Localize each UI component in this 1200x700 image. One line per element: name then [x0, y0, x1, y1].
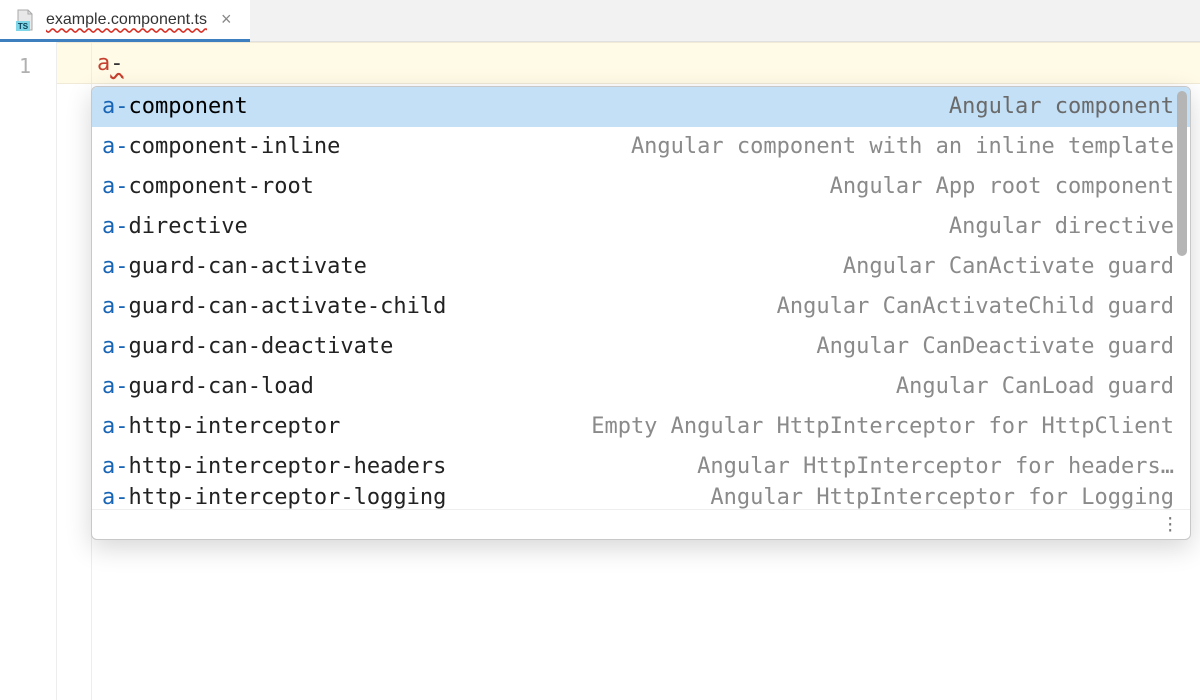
typed-text-suffix: - — [110, 51, 123, 76]
completion-popup[interactable]: a-component Angular component a-component-… — [91, 86, 1191, 540]
completion-item-key: a-http-interceptor-headers — [102, 453, 446, 481]
completion-item-description: Empty Angular HttpInterceptor for HttpCl… — [591, 413, 1174, 441]
completion-item-key: a-http-interceptor — [102, 413, 340, 441]
more-options-icon[interactable]: ··· — [1165, 516, 1176, 534]
completion-item-key: a-http-interceptor-logging — [102, 487, 446, 509]
completion-item[interactable]: a-component Angular component — [92, 87, 1190, 127]
completion-item-description: Angular component with an inline templat… — [631, 133, 1174, 161]
completion-item-key: a-guard-can-deactivate — [102, 333, 393, 361]
gutter: 1 — [0, 42, 56, 700]
line-number: 1 — [0, 54, 31, 78]
completion-item-key: a-component — [102, 93, 248, 121]
editor-area: 1 a- a-componentAngular componenta-compo… — [0, 42, 1200, 700]
completion-item-description: Angular HttpInterceptor for Logging — [710, 487, 1174, 509]
completion-item-description: Angular CanDeactivate guard — [816, 333, 1174, 361]
completion-item-key: a-guard-can-activate-child — [102, 293, 446, 321]
completion-item[interactable]: a-component-inline Angular component with… — [92, 127, 1190, 167]
completion-item[interactable]: a-http-interceptor Empty Angular HttpInte… — [92, 407, 1190, 447]
completion-item-key: a-component-root — [102, 173, 314, 201]
completion-item-description: Angular CanLoad guard — [896, 373, 1174, 401]
completion-list: a-component Angular component a-component-… — [92, 87, 1190, 509]
completion-item[interactable]: a-http-interceptor-logging Angular HttpIn… — [92, 487, 1190, 509]
typed-text-prefix: a — [97, 51, 110, 76]
completion-item-description: Angular App root component — [830, 173, 1174, 201]
tab-filename: example.component.ts — [46, 11, 207, 29]
completion-item[interactable]: a-guard-can-activate-child Angular CanAct… — [92, 287, 1190, 327]
popup-footer: ··· — [92, 509, 1190, 539]
completion-item[interactable]: a-directive Angular directive — [92, 207, 1190, 247]
code-column[interactable]: a- a-componentAngular componenta-compone… — [56, 42, 1200, 700]
completion-item-description: Angular CanActivateChild guard — [777, 293, 1174, 321]
completion-item[interactable]: a-component-root Angular App root compone… — [92, 167, 1190, 207]
completion-item-key: a-component-inline — [102, 133, 340, 161]
completion-item-key: a-guard-can-activate — [102, 253, 367, 281]
svg-text:TS: TS — [18, 22, 29, 31]
typescript-file-icon: TS — [14, 9, 36, 31]
completion-item-description: Angular directive — [949, 213, 1174, 241]
completion-item-key: a-guard-can-load — [102, 373, 314, 401]
tab-active[interactable]: TS example.component.ts × — [0, 0, 250, 42]
completion-item-key: a-directive — [102, 213, 248, 241]
completion-item-description: Angular component — [949, 93, 1174, 121]
completion-item[interactable]: a-guard-can-load Angular CanLoad guard — [92, 367, 1190, 407]
completion-item[interactable]: a-http-interceptor-headers Angular HttpIn… — [92, 447, 1190, 487]
scrollbar-thumb[interactable] — [1177, 91, 1187, 256]
completion-item-description: Angular HttpInterceptor for headers… — [697, 453, 1174, 481]
code-line[interactable]: a- — [57, 42, 1200, 84]
completion-item-description: Angular CanActivate guard — [843, 253, 1174, 281]
completion-item[interactable]: a-guard-can-activate Angular CanActivate … — [92, 247, 1190, 287]
completion-item[interactable]: a-guard-can-deactivate Angular CanDeactiv… — [92, 327, 1190, 367]
close-icon[interactable]: × — [217, 9, 236, 30]
tab-bar: TS example.component.ts × — [0, 0, 1200, 42]
